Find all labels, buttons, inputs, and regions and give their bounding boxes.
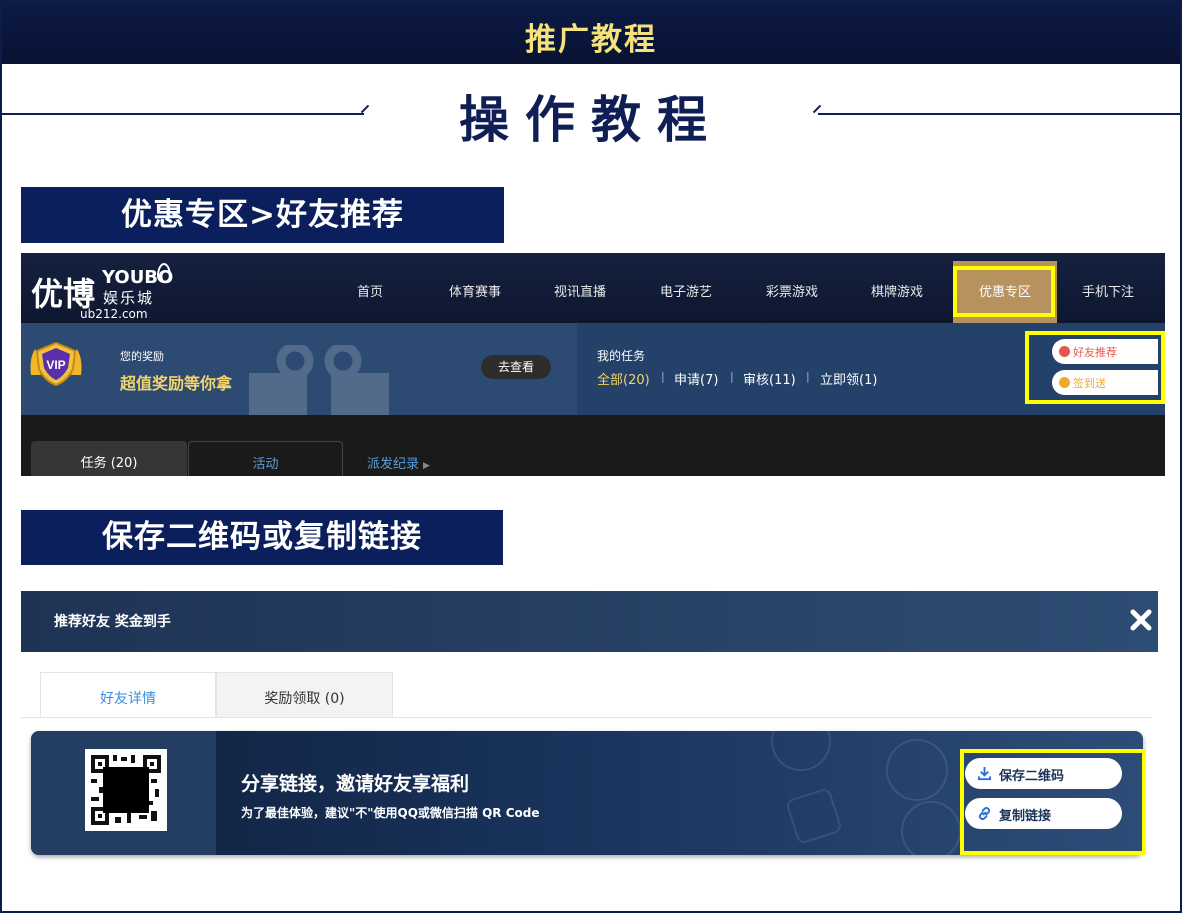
share-note: 为了最佳体验，建议"不"使用QQ或微信扫描 QR Code bbox=[241, 806, 540, 820]
decor-card-icon bbox=[785, 787, 843, 845]
tab-friend-details[interactable]: 好友详情 bbox=[40, 672, 216, 718]
task-separator: | bbox=[730, 370, 734, 383]
nav-sports[interactable]: 体育赛事 bbox=[449, 281, 501, 300]
logo-url: ub212.com bbox=[80, 307, 148, 321]
chevron-right-icon: ▶ bbox=[423, 461, 430, 471]
section-title-step2: 保存二维码或复制链接 bbox=[21, 510, 503, 565]
task-filter-claim[interactable]: 立即领(1) bbox=[820, 369, 877, 388]
dispatch-record-link[interactable]: 派发纪录 ▶ bbox=[367, 453, 430, 472]
decor-ball-icon bbox=[886, 739, 948, 801]
nav-live[interactable]: 视讯直播 bbox=[554, 281, 606, 300]
top-header: 推广教程 bbox=[2, 2, 1180, 64]
nav-slots[interactable]: 电子游艺 bbox=[660, 281, 712, 300]
task-separator: | bbox=[661, 370, 665, 383]
view-rewards-button[interactable]: 去查看 bbox=[481, 355, 551, 379]
decor-ball-icon bbox=[771, 731, 831, 771]
title-rule-right bbox=[818, 113, 1180, 115]
screenshot-promotions: 优博 YOUBO 娱乐城 ub212.com 首页 体育赛事 视讯直播 电子游艺… bbox=[21, 253, 1165, 476]
gift-icon bbox=[249, 345, 389, 415]
tab-activities[interactable]: 活动 bbox=[188, 441, 343, 476]
highlight-referral bbox=[1025, 331, 1165, 404]
tab-reward-claim[interactable]: 奖励领取 (0) bbox=[216, 672, 393, 718]
dispatch-record-label: 派发纪录 bbox=[367, 457, 420, 472]
decor-ball-icon bbox=[901, 801, 961, 855]
highlight-share-buttons bbox=[960, 749, 1146, 855]
share-title: 分享链接，邀请好友享福利 bbox=[241, 773, 470, 795]
logo-sub: 娱乐城 bbox=[103, 289, 155, 307]
reward-promo: 超值奖励等你拿 bbox=[120, 374, 233, 393]
vip-badge-icon: VIP bbox=[30, 341, 82, 387]
close-icon[interactable] bbox=[1129, 608, 1153, 632]
task-separator: | bbox=[806, 370, 810, 383]
logo-flame-icon bbox=[157, 263, 171, 283]
tab-reward-claim-label: 奖励领取 (0) bbox=[264, 691, 345, 707]
task-filter-all[interactable]: 全部(20) bbox=[597, 369, 650, 388]
tab-tasks-label: 任务 (20) bbox=[80, 456, 138, 471]
section-title-step1: 优惠专区>好友推荐 bbox=[21, 187, 504, 243]
qr-code[interactable] bbox=[85, 749, 167, 831]
nav-lottery[interactable]: 彩票游戏 bbox=[766, 281, 818, 300]
tab-divider bbox=[21, 717, 1152, 718]
task-filter-apply[interactable]: 申请(7) bbox=[674, 369, 718, 388]
task-filter-review[interactable]: 审核(11) bbox=[743, 369, 796, 388]
tab-activities-label: 活动 bbox=[252, 457, 279, 472]
task-label: 我的任务 bbox=[597, 349, 646, 363]
nav-home[interactable]: 首页 bbox=[357, 281, 383, 300]
header-title: 推广教程 bbox=[525, 22, 657, 58]
highlight-promotions bbox=[953, 266, 1055, 317]
modal-title: 推荐好友 奖金到手 bbox=[54, 614, 171, 630]
qr-panel bbox=[31, 731, 216, 855]
nav-mobile[interactable]: 手机下注 bbox=[1082, 281, 1134, 300]
vip-label: VIP bbox=[46, 358, 65, 372]
modal-header: 推荐好友 奖金到手 bbox=[21, 591, 1158, 652]
nav-cards[interactable]: 棋牌游戏 bbox=[871, 281, 923, 300]
reward-label: 您的奖励 bbox=[120, 350, 164, 363]
tab-friend-details-label: 好友详情 bbox=[100, 691, 156, 707]
main-title: 操作教程 bbox=[459, 91, 723, 149]
tab-tasks[interactable]: 任务 (20) bbox=[31, 441, 187, 476]
